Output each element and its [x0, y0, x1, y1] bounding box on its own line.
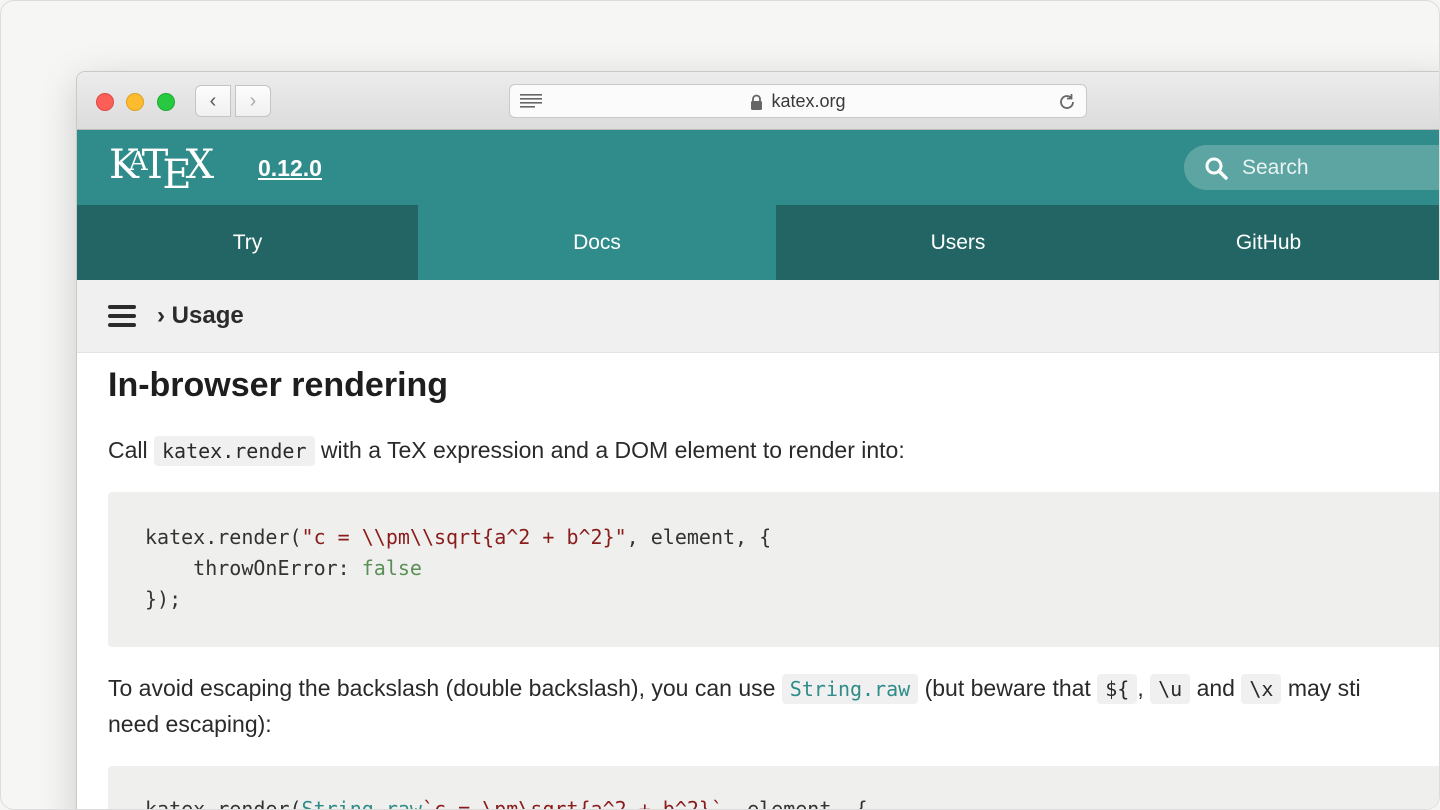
main-nav: Try Docs Users GitHub: [77, 205, 1439, 280]
paragraph-intro: Call katex.render with a TeX expression …: [108, 433, 905, 469]
minimize-window-button[interactable]: [126, 93, 144, 111]
search-input[interactable]: Search: [1184, 145, 1439, 190]
katex-logo[interactable]: KATEX: [109, 142, 214, 198]
code-block-render: katex.render("c = \\pm\\sqrt{a^2 + b^2}"…: [108, 492, 1439, 647]
tab-docs[interactable]: Docs: [418, 205, 776, 280]
tab-github[interactable]: GitHub: [1140, 205, 1439, 280]
address-bar[interactable]: katex.org: [509, 84, 1087, 118]
breadcrumb: › Usage: [77, 280, 1439, 353]
breadcrumb-current: › Usage: [157, 302, 244, 330]
forward-button[interactable]: ›: [235, 85, 271, 117]
maximize-window-button[interactable]: [157, 93, 175, 111]
paragraph-line: need escaping):: [108, 711, 272, 737]
code-line: katex.render("c = \\pm\\sqrt{a^2 + b^2}"…: [145, 525, 772, 549]
version-link[interactable]: 0.12.0: [258, 155, 322, 182]
inline-code-backslash-x: \x: [1241, 674, 1282, 704]
menu-icon[interactable]: [108, 305, 136, 327]
reader-view-icon[interactable]: [520, 94, 542, 108]
code-line: katex.render(String.raw`c = \pm\sqrt{a^2…: [145, 797, 868, 810]
inline-code-string-raw: String.raw: [781, 674, 919, 704]
browser-window: ‹ › katex.org KATEX 0.12.0 Search Try Do…: [77, 72, 1439, 810]
code-line: throwOnError: false: [145, 556, 422, 580]
inline-code-backslash-u: \u: [1150, 674, 1191, 704]
paragraph-string-raw: To avoid escaping the backslash (double …: [108, 671, 1361, 742]
code-line: });: [145, 587, 182, 611]
tab-users[interactable]: Users: [776, 205, 1140, 280]
close-window-button[interactable]: [96, 93, 114, 111]
back-button[interactable]: ‹: [195, 85, 231, 117]
url-text: katex.org: [771, 90, 846, 111]
reload-icon[interactable]: [1056, 91, 1078, 113]
lock-icon: [751, 94, 763, 110]
tab-try[interactable]: Try: [77, 205, 418, 280]
page-heading: In-browser rendering: [108, 366, 449, 404]
screenshot-frame: ‹ › katex.org KATEX 0.12.0 Search Try Do…: [0, 0, 1440, 810]
search-placeholder: Search: [1242, 155, 1309, 179]
site-header: KATEX 0.12.0 Search: [77, 130, 1439, 205]
breadcrumb-separator: ›: [157, 302, 165, 329]
inline-code-dollar-brace: ${: [1097, 674, 1138, 704]
inline-code-katex-render: katex.render: [154, 436, 315, 466]
paragraph-line: To avoid escaping the backslash (double …: [108, 671, 1361, 707]
code-block-string-raw: katex.render(String.raw`c = \pm\sqrt{a^2…: [108, 766, 1439, 810]
breadcrumb-label: Usage: [171, 302, 244, 329]
search-icon: [1205, 157, 1228, 180]
browser-toolbar: ‹ › katex.org: [77, 72, 1439, 130]
